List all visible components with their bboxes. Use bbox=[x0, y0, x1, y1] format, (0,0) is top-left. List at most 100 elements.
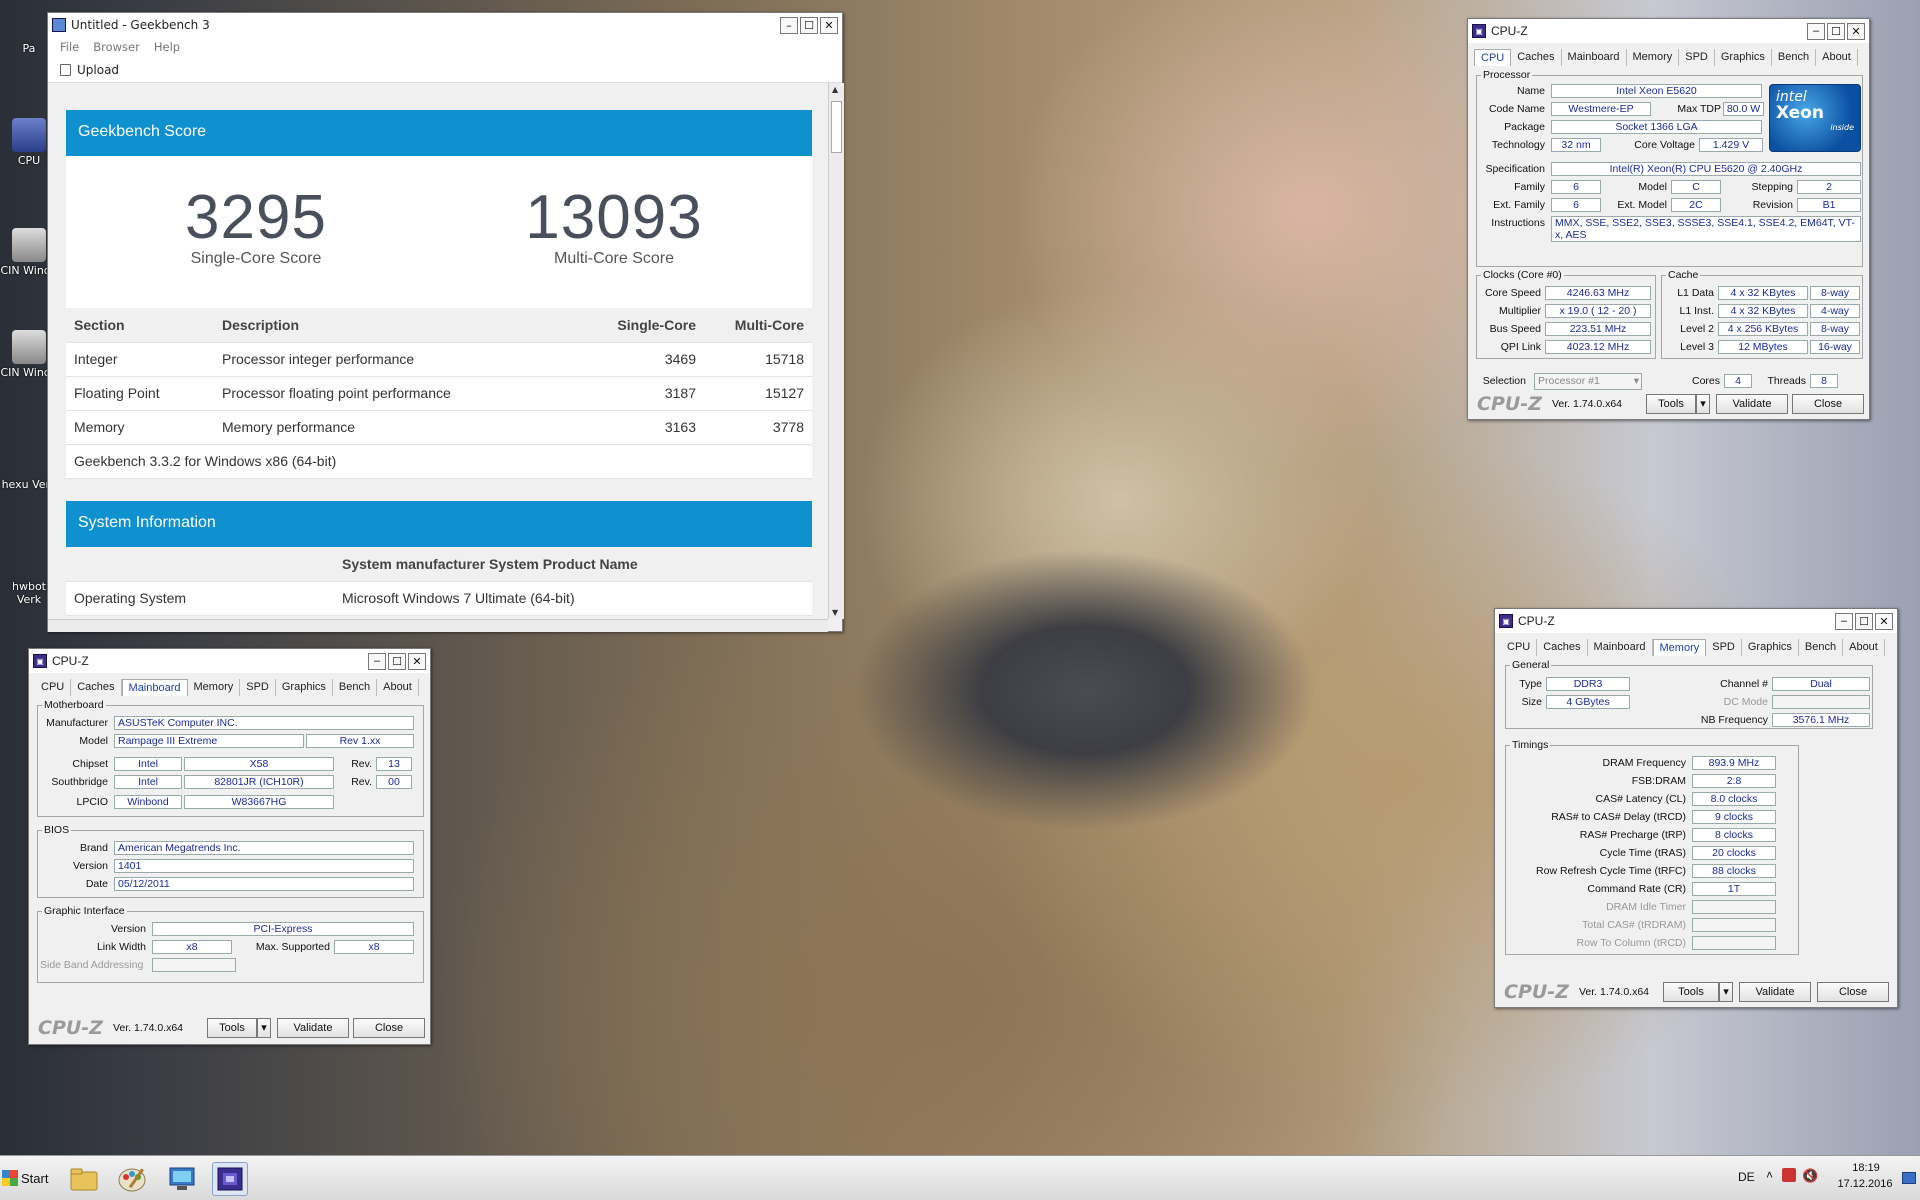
tab-graphics[interactable]: Graphics bbox=[276, 679, 333, 696]
single-core-score: 3295 Single-Core Score bbox=[106, 186, 406, 268]
validate-button[interactable]: Validate bbox=[277, 1018, 349, 1038]
multi-core-score-value: 13093 bbox=[525, 183, 703, 252]
tab-cpu[interactable]: CPU bbox=[35, 679, 72, 696]
paint-palette-icon bbox=[118, 1168, 146, 1192]
minimize-button[interactable]: – bbox=[368, 652, 386, 670]
maximize-button[interactable]: ☐ bbox=[800, 16, 818, 34]
maximize-button[interactable]: ☐ bbox=[1827, 22, 1845, 40]
show-desktop-button[interactable] bbox=[1902, 1172, 1916, 1184]
scroll-down-icon[interactable]: ▼ bbox=[832, 608, 838, 617]
tab-memory[interactable]: Memory bbox=[188, 679, 241, 696]
bios-date-value: 05/12/2011 bbox=[114, 877, 414, 891]
validate-button[interactable]: Validate bbox=[1716, 394, 1788, 414]
tools-dropdown-icon[interactable]: ▾ bbox=[257, 1018, 271, 1038]
field-label: Version bbox=[110, 923, 146, 935]
geekbench-titlebar[interactable]: Untitled - Geekbench 3 – ☐ ✕ bbox=[48, 13, 842, 37]
tab-graphics[interactable]: Graphics bbox=[1715, 49, 1772, 66]
start-button[interactable]: Start bbox=[2, 1164, 52, 1192]
explorer-taskbar-button[interactable] bbox=[66, 1162, 102, 1196]
field-label: Rev. bbox=[351, 758, 372, 770]
tools-dropdown-icon[interactable]: ▾ bbox=[1696, 394, 1710, 414]
field-label: Cores bbox=[1691, 375, 1720, 387]
tab-about[interactable]: About bbox=[1816, 49, 1858, 66]
tab-memory[interactable]: Memory bbox=[1627, 49, 1680, 66]
minimize-button[interactable]: – bbox=[1807, 22, 1825, 40]
level3-value: 12 MBytes bbox=[1718, 340, 1808, 354]
close-dialog-button[interactable]: Close bbox=[1792, 394, 1864, 414]
lpcio-vendor: Winbond bbox=[114, 795, 182, 809]
field-label: Date bbox=[85, 878, 108, 890]
tab-bench[interactable]: Bench bbox=[1799, 639, 1844, 656]
maximize-button[interactable]: ☐ bbox=[388, 652, 406, 670]
timing-label: Row To Column (tRCD) bbox=[1576, 937, 1687, 949]
cpuz-version: Ver. 1.74.0.x64 bbox=[1551, 398, 1623, 410]
tab-memory[interactable]: Memory bbox=[1652, 639, 1707, 656]
tools-button[interactable]: Tools bbox=[1646, 394, 1696, 414]
vertical-scrollbar[interactable]: ▲ ▼ bbox=[828, 83, 844, 619]
field-label: Size bbox=[1521, 696, 1542, 708]
tab-caches[interactable]: Caches bbox=[1511, 49, 1562, 66]
group-label: Timings bbox=[1510, 739, 1551, 751]
speaker-icon[interactable]: 🔇 bbox=[1802, 1168, 1818, 1184]
extmodel-value: 2C bbox=[1671, 198, 1721, 212]
close-dialog-button[interactable]: Close bbox=[353, 1018, 425, 1038]
description-cell: Processor floating point performance bbox=[214, 376, 594, 411]
tab-caches[interactable]: Caches bbox=[1537, 639, 1588, 656]
tab-bench[interactable]: Bench bbox=[333, 679, 378, 696]
tab-spd[interactable]: SPD bbox=[1679, 49, 1715, 66]
close-button[interactable]: ✕ bbox=[820, 16, 838, 34]
cpuz-titlebar[interactable]: ▣ CPU-Z – ☐ ✕ bbox=[29, 649, 430, 673]
tab-bench[interactable]: Bench bbox=[1772, 49, 1817, 66]
upload-button[interactable]: Upload bbox=[60, 63, 119, 77]
clock-time[interactable]: 18:19 bbox=[1838, 1162, 1894, 1174]
close-button[interactable]: ✕ bbox=[408, 652, 426, 670]
table-header-row: System manufacturer System Product Name bbox=[66, 547, 812, 582]
tab-mainboard[interactable]: Mainboard bbox=[1562, 49, 1627, 66]
menu-file[interactable]: File bbox=[60, 40, 79, 54]
tab-spd[interactable]: SPD bbox=[240, 679, 276, 696]
close-button[interactable]: ✕ bbox=[1847, 22, 1865, 40]
tab-caches[interactable]: Caches bbox=[71, 679, 122, 696]
scroll-up-icon[interactable]: ▲ bbox=[832, 85, 838, 94]
tab-graphics[interactable]: Graphics bbox=[1742, 639, 1799, 656]
timing-label: RAS# to CAS# Delay (tRCD) bbox=[1551, 811, 1686, 823]
tab-about[interactable]: About bbox=[1843, 639, 1885, 656]
paint-taskbar-button[interactable] bbox=[114, 1162, 150, 1196]
network-app-taskbar-button[interactable] bbox=[164, 1162, 200, 1196]
horizontal-scrollbar[interactable] bbox=[48, 619, 828, 632]
group-label: Graphic Interface bbox=[42, 905, 127, 917]
chevron-up-icon[interactable]: ˄ bbox=[1766, 1168, 1773, 1182]
multi-core-cell: 3778 bbox=[704, 410, 812, 445]
menu-help[interactable]: Help bbox=[154, 40, 180, 54]
field-label: Type bbox=[1519, 678, 1542, 690]
cpuz-mainboard-window: ▣ CPU-Z – ☐ ✕ CPU Caches Mainboard Memor… bbox=[28, 648, 431, 1045]
tab-mainboard[interactable]: Mainboard bbox=[1588, 639, 1653, 656]
tools-button[interactable]: Tools bbox=[207, 1018, 257, 1038]
maximize-button[interactable]: ☐ bbox=[1855, 612, 1873, 630]
clock-date[interactable]: 17.12.2016 bbox=[1834, 1178, 1896, 1190]
tools-dropdown-icon[interactable]: ▾ bbox=[1719, 982, 1733, 1002]
processor-select[interactable]: Processor #1 ▾ bbox=[1534, 373, 1642, 390]
menu-browser[interactable]: Browser bbox=[93, 40, 140, 54]
tab-spd[interactable]: SPD bbox=[1706, 639, 1742, 656]
tab-cpu[interactable]: CPU bbox=[1501, 639, 1538, 656]
close-button[interactable]: ✕ bbox=[1875, 612, 1893, 630]
tab-mainboard[interactable]: Mainboard bbox=[121, 679, 188, 696]
cpuz-taskbar-button[interactable] bbox=[212, 1162, 248, 1196]
cpuz-titlebar[interactable]: ▣ CPU-Z – ☐ ✕ bbox=[1495, 609, 1897, 633]
field-label: L1 Inst. bbox=[1679, 305, 1714, 317]
processor-name: Intel Xeon E5620 bbox=[1551, 84, 1762, 98]
language-indicator[interactable]: DE bbox=[1738, 1170, 1755, 1184]
tab-about[interactable]: About bbox=[377, 679, 419, 696]
scroll-thumb[interactable] bbox=[831, 101, 842, 153]
field-label: Ext. Family bbox=[1493, 199, 1545, 211]
tab-cpu[interactable]: CPU bbox=[1474, 49, 1512, 66]
single-core-cell: 3187 bbox=[594, 376, 704, 411]
minimize-button[interactable]: – bbox=[780, 16, 798, 34]
validate-button[interactable]: Validate bbox=[1739, 982, 1811, 1002]
minimize-button[interactable]: – bbox=[1835, 612, 1853, 630]
close-dialog-button[interactable]: Close bbox=[1817, 982, 1889, 1002]
cpuz-titlebar[interactable]: ▣ CPU-Z – ☐ ✕ bbox=[1468, 19, 1869, 43]
tray-app-icon[interactable] bbox=[1782, 1168, 1796, 1182]
tools-button[interactable]: Tools bbox=[1663, 982, 1719, 1002]
